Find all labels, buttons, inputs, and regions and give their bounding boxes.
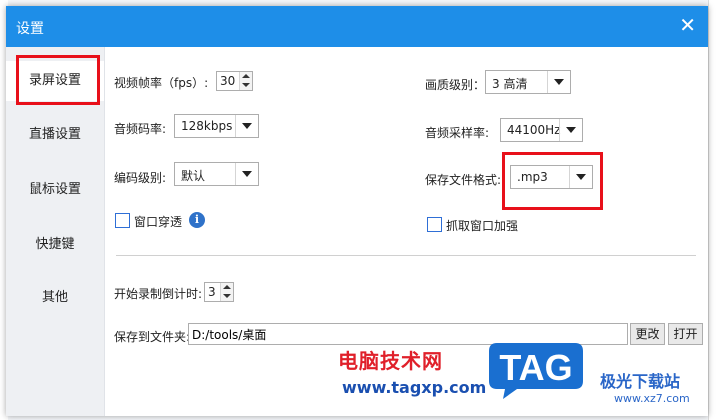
tag-logo-text: TAG bbox=[499, 347, 572, 388]
window-passthrough-checkbox[interactable] bbox=[115, 213, 130, 228]
watermark-site-name: 电脑技术网 bbox=[338, 349, 443, 373]
enhance-capture-label: 抓取窗口加强 bbox=[446, 219, 519, 233]
stepper-up-icon[interactable] bbox=[223, 285, 231, 289]
encoding-level-label: 编码级别: bbox=[114, 171, 167, 185]
tag-logo: TAG bbox=[489, 343, 583, 399]
chevron-down-icon bbox=[559, 119, 582, 141]
sidebar-item-shortcuts[interactable]: 快捷键 bbox=[6, 225, 104, 265]
watermark-brand-url: www.xz7.com bbox=[614, 392, 690, 405]
sidebar-item-label: 快捷键 bbox=[35, 237, 75, 252]
countdown-stepper-buttons bbox=[220, 283, 233, 301]
title-bar: 设置 ✕ bbox=[6, 6, 708, 47]
chevron-down-icon bbox=[547, 71, 570, 93]
section-divider bbox=[116, 255, 696, 256]
save-folder-label: 保存到文件夹: bbox=[114, 330, 191, 344]
stepper-down-icon[interactable] bbox=[242, 83, 250, 87]
stepper-down-icon[interactable] bbox=[223, 294, 231, 298]
chevron-down-icon bbox=[235, 163, 258, 185]
watermark-site-url: www.tagxp.com bbox=[342, 378, 487, 397]
enhance-capture-checkbox[interactable] bbox=[427, 217, 442, 232]
sidebar-item-live-streaming[interactable]: 直播设置 bbox=[6, 115, 104, 155]
sidebar-item-other[interactable]: 其他 bbox=[6, 278, 104, 318]
chevron-down-icon bbox=[235, 115, 258, 137]
fps-stepper-buttons bbox=[239, 72, 252, 90]
sample-rate-select[interactable]: 44100Hz bbox=[500, 118, 583, 142]
open-folder-button[interactable]: 打开 bbox=[668, 323, 703, 345]
countdown-label: 开始录制倒计时: bbox=[114, 287, 203, 301]
audio-bitrate-label: 音频码率: bbox=[114, 122, 167, 136]
sample-rate-label: 音频采样率: bbox=[425, 126, 490, 140]
stepper-up-icon[interactable] bbox=[242, 74, 250, 78]
file-format-label: 保存文件格式: bbox=[425, 173, 502, 187]
encoding-level-value: 默认 bbox=[181, 169, 206, 183]
close-icon[interactable]: ✕ bbox=[679, 15, 696, 35]
window-title: 设置 bbox=[16, 21, 44, 37]
audio-bitrate-value: 128kbps bbox=[181, 119, 233, 133]
change-folder-button[interactable]: 更改 bbox=[630, 323, 665, 345]
background-app-right bbox=[708, 0, 720, 420]
countdown-stepper[interactable]: 3 bbox=[204, 282, 234, 302]
info-icon[interactable]: i bbox=[189, 212, 205, 228]
sidebar-item-label: 其他 bbox=[41, 290, 68, 305]
sample-rate-value: 44100Hz bbox=[507, 123, 561, 137]
window-passthrough-label: 窗口穿透 bbox=[134, 215, 183, 229]
highlight-box-sidebar bbox=[16, 55, 100, 105]
watermark-brand: 极光下载站 bbox=[600, 372, 681, 391]
quality-label: 画质级别： bbox=[425, 78, 486, 92]
sidebar-item-mouse[interactable]: 鼠标设置 bbox=[6, 170, 104, 210]
countdown-value: 3 bbox=[208, 285, 216, 299]
fps-value: 30 bbox=[220, 74, 236, 88]
sidebar-item-label: 直播设置 bbox=[28, 127, 81, 142]
fps-label: 视频帧率（fps）: bbox=[114, 76, 209, 90]
quality-select[interactable]: 3 高清 bbox=[485, 70, 571, 94]
quality-value: 3 高清 bbox=[492, 77, 528, 91]
audio-bitrate-select[interactable]: 128kbps bbox=[174, 114, 259, 138]
encoding-level-select[interactable]: 默认 bbox=[174, 162, 259, 186]
sidebar-item-label: 鼠标设置 bbox=[28, 182, 81, 197]
highlight-box-format bbox=[502, 152, 603, 210]
fps-stepper[interactable]: 30 bbox=[216, 71, 253, 91]
